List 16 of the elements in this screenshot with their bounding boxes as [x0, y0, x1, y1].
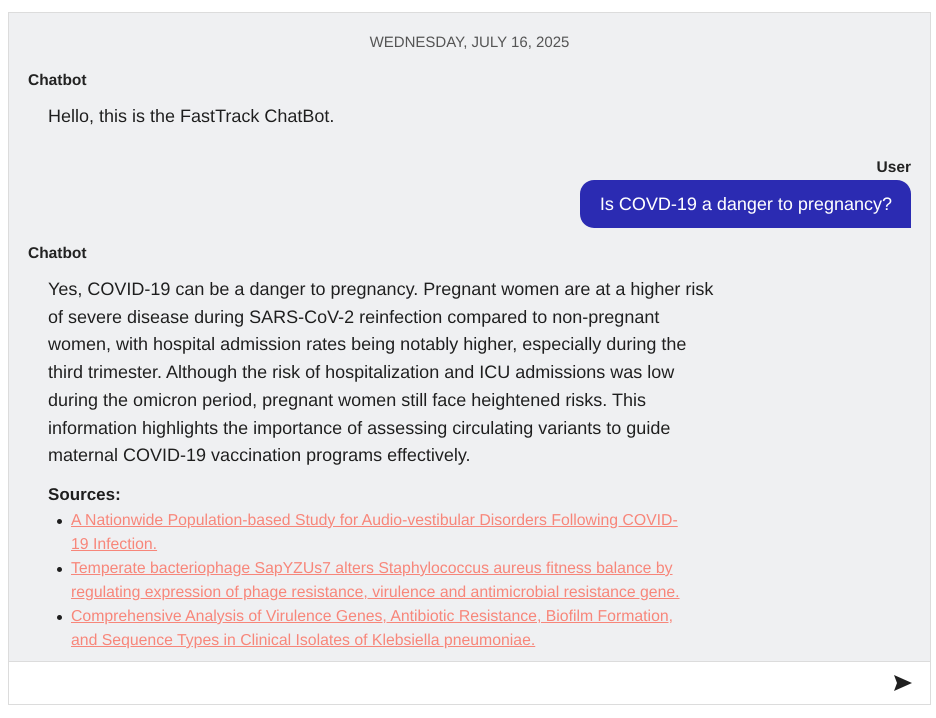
bullet-icon: [57, 518, 62, 524]
source-link[interactable]: Comprehensive Analysis of Virulence Genes, Antibiotic Resistance, Biofilm Formation, and Sequence Types in Clinical Isolates of Klebsiella pneumoniae.: [71, 604, 694, 653]
source-link[interactable]: A Nationwide Population-based Study for Audio-vestibular Disorders Following COVID-19 Infection.: [71, 508, 694, 557]
send-button[interactable]: [894, 675, 912, 691]
message-bubble: Is COVD-19 a danger to pregnancy?: [580, 180, 911, 228]
sender-label: User: [876, 159, 911, 177]
sender-label: Chatbot: [28, 245, 88, 263]
sender-label: Chatbot: [28, 72, 88, 90]
sources-heading: Sources:: [48, 484, 122, 506]
message-text: Yes, COVID-19 can be a danger to pregnancy. Pregnant women are at a higher risk of severe disease during SARS-CoV-2 reinfection compared to non-pregnant women, with hospital admission rates being notably higher, especially during the third trimester. Although the risk of hospitalization and ICU admissions was low during the omicron period, pregnant women still face heightened risks. This information highlights the importance of assessing circulating variants to guide maternal COVID-19 vaccination programs effectively.: [48, 278, 714, 468]
bullet-icon: [57, 614, 62, 620]
message-text: Hello, this is the FastTrack ChatBot.: [48, 105, 336, 128]
date-divider: WEDNESDAY, JULY 16, 2025: [368, 33, 570, 53]
send-icon: [894, 675, 912, 691]
source-link[interactable]: Temperate bacteriophage SapYZUs7 alters Staphylococcus aureus fitness balance by regulating expression of phage resistance, virulence and antimicrobial resistance gene.: [71, 556, 694, 605]
bullet-icon: [57, 566, 62, 572]
